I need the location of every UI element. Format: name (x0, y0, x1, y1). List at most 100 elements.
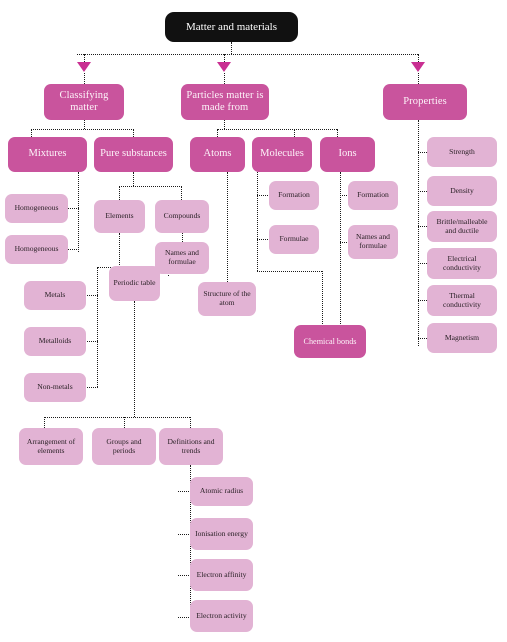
connector-drop-elements (119, 186, 120, 200)
label-definitions-and-trends: Definitions and trends (167, 436, 215, 455)
label-ionisation-energy: Ionisation energy (195, 528, 248, 538)
connector-root-bus (77, 54, 418, 55)
root-node-label: Matter and materials (185, 20, 278, 33)
node-homogeneous-2[interactable]: Homogeneous (5, 235, 68, 264)
label-ions-formation: Formation (357, 190, 389, 200)
connector-compounds-stem (182, 233, 183, 242)
connector-periodic-table-bus (44, 417, 190, 418)
node-electrical-conductivity[interactable]: Electrical conductivity (427, 248, 497, 279)
label-periodic-table: Periodic table (113, 278, 156, 288)
node-brittle-malleable-and-ductile[interactable]: Brittle/malleable and ductile (427, 211, 497, 242)
connector-elements-stem (119, 233, 120, 267)
connector-elements-left-spine (97, 267, 98, 387)
label-metals: Metals (44, 290, 66, 300)
connector-periodic-table-spine (134, 301, 135, 417)
label-ions-names-and-formulae: Names and formulae (356, 232, 390, 250)
node-ionisation-energy[interactable]: Ionisation energy (190, 518, 253, 550)
node-non-metals[interactable]: Non-metals (24, 373, 86, 402)
label-molecules-formulae: Formulae (279, 234, 309, 244)
label-mixtures: Mixtures (28, 148, 67, 160)
node-periodic-table[interactable]: Periodic table (109, 266, 160, 301)
node-density[interactable]: Density (427, 176, 497, 206)
connector-root-stem (231, 42, 232, 54)
node-ions-formation[interactable]: Formation (348, 181, 398, 210)
label-thermal-conductivity: Thermal conductivity (443, 290, 481, 309)
node-ions[interactable]: Ions (320, 137, 375, 172)
connector-classifying-bus (31, 129, 134, 130)
node-metalloids[interactable]: Metalloids (24, 327, 86, 356)
connector-pure-substances-bus (119, 186, 182, 187)
label-pure-substances: Pure substances (100, 148, 167, 160)
label-chemical-bonds: Chemical bonds (303, 336, 357, 346)
connector-mixtures-spine (78, 172, 79, 252)
label-molecules: Molecules (260, 148, 304, 160)
connector-drop-definitions (190, 417, 191, 428)
connector-drop-molecules (294, 129, 295, 137)
node-compounds[interactable]: Compounds (155, 200, 209, 233)
branch-node-particles-matter-is-made-from[interactable]: Particles matter is made from (181, 84, 269, 120)
connector-drop-groups (124, 417, 125, 428)
connector-molecules-spine (257, 172, 258, 271)
connector-stub-metals (84, 295, 98, 296)
node-molecules-formulae[interactable]: Formulae (269, 225, 319, 254)
connector-drop-particles-lower (224, 73, 225, 84)
connector-properties-spine (418, 120, 419, 346)
branch-label-particles: Particles matter is made from (186, 89, 264, 113)
mind-map-canvas: Matter and materials Classifying matter … (0, 0, 507, 642)
connector-drop-pure-substances (133, 129, 134, 137)
branch-node-classifying-matter[interactable]: Classifying matter (44, 84, 124, 120)
node-groups-and-periods[interactable]: Groups and periods (92, 428, 156, 465)
node-atomic-radius[interactable]: Atomic radius (190, 477, 253, 506)
label-homogeneous-1: Homogeneous (14, 203, 59, 213)
connector-drop-mixtures (31, 129, 32, 137)
arrow-icon-classifying (77, 62, 91, 72)
connector-drop-compounds (181, 186, 182, 200)
node-homogeneous-1[interactable]: Homogeneous (5, 194, 68, 223)
label-metalloids: Metalloids (38, 336, 72, 346)
label-ions: Ions (338, 148, 357, 160)
node-atoms[interactable]: Atoms (190, 137, 245, 172)
connector-drop-classifying-lower (84, 73, 85, 84)
node-electron-activity[interactable]: Electron activity (190, 600, 253, 632)
label-density: Density (450, 185, 474, 195)
node-mixtures[interactable]: Mixtures (8, 137, 87, 172)
arrow-icon-particles (217, 62, 231, 72)
node-electron-affinity[interactable]: Electron affinity (190, 559, 253, 591)
node-ions-names-and-formulae[interactable]: Names and formulae (348, 225, 398, 259)
node-molecules-formation[interactable]: Formation (269, 181, 319, 210)
label-compounds: Compounds (163, 211, 201, 221)
label-electrical-conductivity: Electrical conductivity (443, 253, 481, 272)
node-structure-of-the-atom[interactable]: Structure of the atom (198, 282, 256, 316)
connector-particles-bus (217, 129, 337, 130)
node-strength[interactable]: Strength (427, 137, 497, 167)
node-thermal-conductivity[interactable]: Thermal conductivity (427, 285, 497, 316)
node-arrangement-of-elements[interactable]: Arrangement of elements (19, 428, 83, 465)
label-magnetism: Magnetism (444, 332, 480, 342)
branch-label-properties: Properties (403, 95, 447, 107)
label-strength: Strength (449, 146, 475, 156)
connector-drop-arrangement (44, 417, 45, 428)
arrow-icon-properties (411, 62, 425, 72)
label-atoms: Atoms (203, 148, 232, 160)
connector-pure-substances-stem (133, 172, 134, 186)
connector-classifying-stem (84, 120, 85, 129)
root-node-matter-and-materials[interactable]: Matter and materials (165, 12, 298, 42)
label-electron-activity: Electron activity (196, 610, 247, 620)
node-elements[interactable]: Elements (94, 200, 145, 233)
label-groups-and-periods: Groups and periods (106, 436, 142, 455)
label-electron-affinity: Electron affinity (196, 569, 247, 579)
connector-drop-properties-lower (418, 73, 419, 84)
node-chemical-bonds[interactable]: Chemical bonds (294, 325, 366, 358)
node-pure-substances[interactable]: Pure substances (94, 137, 173, 172)
label-non-metals: Non-metals (37, 382, 73, 392)
node-magnetism[interactable]: Magnetism (427, 323, 497, 353)
node-compounds-names-and-formulae[interactable]: Names and formulae (155, 242, 209, 274)
node-molecules[interactable]: Molecules (252, 137, 312, 172)
connector-atoms-spine (227, 172, 228, 282)
label-atomic-radius: Atomic radius (199, 486, 244, 496)
node-metals[interactable]: Metals (24, 281, 86, 310)
label-molecules-formation: Formation (278, 190, 310, 200)
branch-node-properties[interactable]: Properties (383, 84, 467, 120)
connector-drop-ions (337, 129, 338, 137)
node-definitions-and-trends[interactable]: Definitions and trends (159, 428, 223, 465)
